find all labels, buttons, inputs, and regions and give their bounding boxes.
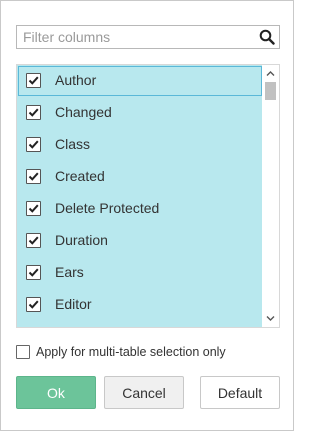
column-row-ears[interactable]: Ears	[17, 257, 263, 289]
column-checkbox[interactable]	[26, 297, 41, 312]
default-button[interactable]: Default	[200, 376, 280, 409]
filter-columns-input[interactable]	[17, 26, 253, 48]
column-row-author[interactable]: Author	[17, 65, 263, 97]
checkmark-icon	[28, 76, 39, 85]
scroll-up-arrow-icon[interactable]	[262, 65, 279, 82]
column-row-editor[interactable]: Editor	[17, 289, 263, 321]
column-label: Changed	[55, 104, 112, 120]
checkmark-icon	[28, 172, 39, 181]
search-icon[interactable]	[259, 29, 275, 45]
checkmark-icon	[28, 140, 39, 149]
ok-button[interactable]: Ok	[16, 376, 96, 409]
column-row-created[interactable]: Created	[17, 161, 263, 193]
column-row-changed[interactable]: Changed	[17, 97, 263, 129]
apply-multi-table-checkbox[interactable]	[16, 345, 30, 359]
checkmark-icon	[28, 108, 39, 117]
checkmark-icon	[28, 204, 39, 213]
column-checkbox[interactable]	[26, 105, 41, 120]
checkmark-icon	[28, 236, 39, 245]
apply-multi-table-option[interactable]: Apply for multi-table selection only	[16, 344, 246, 362]
list-scrollbar[interactable]	[262, 65, 279, 327]
column-checkbox[interactable]	[26, 233, 41, 248]
column-label: Duration	[55, 232, 108, 248]
column-label: Class	[55, 136, 91, 152]
column-label: Ears	[55, 264, 84, 280]
apply-multi-table-label: Apply for multi-table selection only	[36, 345, 226, 359]
column-checkbox[interactable]	[26, 137, 41, 152]
filter-search-box	[16, 25, 280, 49]
column-list[interactable]: Author Changed Class Created Delete Prot…	[16, 64, 280, 328]
column-label: Delete Protected	[55, 200, 160, 216]
column-checkbox[interactable]	[26, 73, 41, 88]
checkmark-icon	[28, 268, 39, 277]
checkmark-icon	[28, 300, 39, 309]
column-label: Author	[55, 72, 97, 88]
column-row-duration[interactable]: Duration	[17, 225, 263, 257]
column-checkbox[interactable]	[26, 169, 41, 184]
column-list-rows: Author Changed Class Created Delete Prot…	[17, 65, 263, 321]
column-checkbox[interactable]	[26, 201, 41, 216]
column-checkbox[interactable]	[26, 265, 41, 280]
scroll-down-arrow-icon[interactable]	[262, 310, 279, 327]
cancel-button[interactable]: Cancel	[104, 376, 184, 409]
column-label: Editor	[55, 296, 92, 312]
column-row-delete-protected[interactable]: Delete Protected	[17, 193, 263, 225]
column-row-class[interactable]: Class	[17, 129, 263, 161]
column-chooser-dialog: Author Changed Class Created Delete Prot…	[0, 0, 294, 431]
column-label: Created	[55, 168, 105, 184]
scrollbar-thumb[interactable]	[265, 82, 276, 100]
